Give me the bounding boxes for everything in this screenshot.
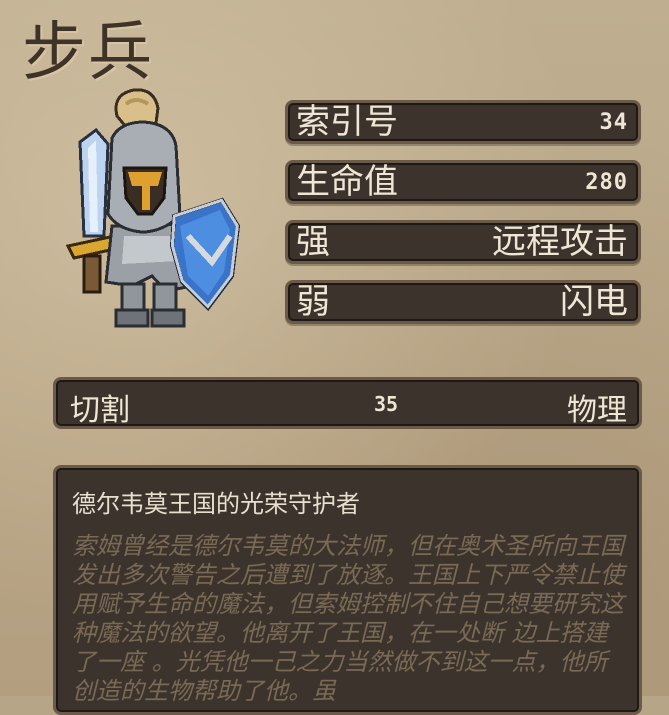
stat-health: 生命值 280: [285, 160, 641, 204]
stat-index: 索引号 34: [285, 100, 641, 144]
description-panel: 德尔韦莫王国的光荣守护者 索姆曾经是德尔韦莫的大法师，但在奥术圣所向王国发出多次…: [53, 465, 642, 715]
stat-weak-label: 弱: [296, 282, 330, 322]
damage-value: 35: [374, 392, 399, 416]
unit-name: 步兵: [22, 16, 154, 90]
stat-health-value: 280: [585, 169, 628, 195]
stat-strong-value: 远程攻击: [492, 222, 628, 262]
damage-panel: 切割 35 物理: [53, 377, 642, 429]
damage-type: 切割: [70, 393, 130, 428]
knight-with-sword-and-shield-icon: [65, 88, 241, 328]
stat-strong-label: 强: [296, 222, 330, 262]
damage-category: 物理: [567, 393, 627, 428]
stat-index-value: 34: [599, 109, 628, 135]
stat-weak: 弱 闪电: [285, 280, 641, 324]
description-lore: 索姆曾经是德尔韦莫的大法师，但在奥术圣所向王国发出多次警告之后遭到了放逐。王国上…: [72, 532, 624, 705]
stat-weak-value: 闪电: [560, 282, 628, 322]
description-subtitle: 德尔韦莫王国的光荣守护者: [72, 490, 360, 518]
stat-health-label: 生命值: [296, 162, 398, 202]
stat-index-label: 索引号: [296, 102, 398, 142]
stat-strong: 强 远程攻击: [285, 220, 641, 264]
